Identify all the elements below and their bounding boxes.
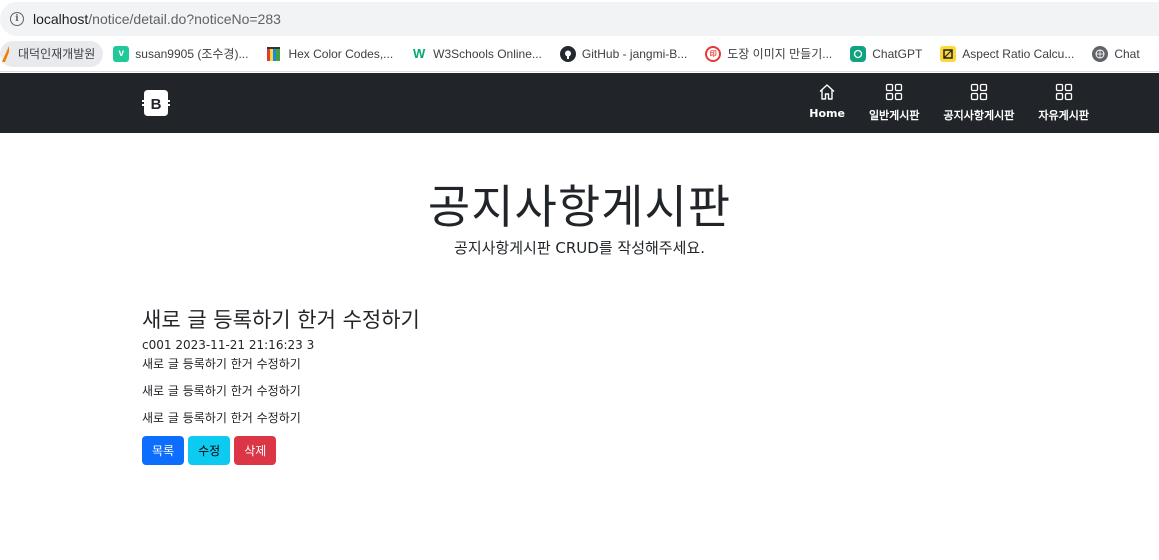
github-icon xyxy=(559,45,576,62)
v-icon: v xyxy=(113,45,130,62)
bookmark-label: susan9905 (조수경)... xyxy=(135,47,249,61)
grid-icon xyxy=(970,83,988,101)
nav-label: Home xyxy=(809,107,845,120)
bookmarks-bar: 대덕인재개발원 v susan9905 (조수경)... Hex Color C… xyxy=(0,36,1159,72)
nav-item-notice-board[interactable]: 공지사항게시판 xyxy=(932,83,1027,123)
bookmark-label: 대덕인재개발원 xyxy=(18,47,96,61)
nav-item-home[interactable]: Home xyxy=(797,83,857,123)
bookmark-1[interactable]: v susan9905 (조수경)... xyxy=(105,41,256,67)
content-paragraph: 새로 글 등록하기 한거 수정하기 xyxy=(142,411,301,425)
nav-item-free-board[interactable]: 자유게시판 xyxy=(1026,83,1101,123)
address-bar: i localhost/notice/detail.do?noticeNo=28… xyxy=(0,0,1159,36)
bootstrap-icon[interactable]: B xyxy=(142,90,170,116)
edit-button[interactable]: 수정 xyxy=(188,436,231,465)
bookmark-8[interactable]: Chat xyxy=(1084,41,1147,67)
bookmark-4[interactable]: GitHub - jangmi-B... xyxy=(552,41,695,67)
bookmark-5[interactable]: 印 도장 이미지 만들기... xyxy=(697,41,840,67)
bookmark-label: ChatGPT xyxy=(872,46,923,61)
bookmark-3[interactable]: W W3Schools Online... xyxy=(403,41,550,67)
page-subtitle: 공지사항게시판 CRUD를 작성해주세요. xyxy=(454,239,705,257)
svg-text:B: B xyxy=(151,96,162,113)
page-title: 공지사항게시판 xyxy=(427,180,732,234)
nav-label: 공지사항게시판 xyxy=(943,109,1015,122)
bookmark-label: Hex Color Codes,... xyxy=(288,46,394,61)
navbar: B Home 일반게시판 공지사항게시판 자유게시판 xyxy=(0,73,1159,133)
action-buttons: 목록 수정 삭제 xyxy=(142,436,1042,465)
grid-icon xyxy=(1055,83,1072,101)
bookmark-7[interactable]: Aspect Ratio Calcu... xyxy=(932,41,1082,67)
url-text[interactable]: localhost/notice/detail.do?noticeNo=283 xyxy=(33,11,281,27)
nav-item-general-board[interactable]: 일반게시판 xyxy=(857,83,932,123)
bookmark-label: Aspect Ratio Calcu... xyxy=(962,46,1075,61)
list-button[interactable]: 목록 xyxy=(142,436,185,465)
bookmark-6[interactable]: ChatGPT xyxy=(842,41,930,67)
delete-button[interactable]: 삭제 xyxy=(234,436,277,465)
site-info-icon[interactable]: i xyxy=(10,12,24,26)
content-paragraph: 새로 글 등록하기 한거 수정하기 xyxy=(142,384,301,398)
nav-menu: Home 일반게시판 공지사항게시판 자유게시판 xyxy=(797,83,1101,123)
palette-book-icon xyxy=(266,46,282,62)
notice-title: 새로 글 등록하기 한거 수정하기 xyxy=(142,308,420,332)
grid-icon xyxy=(886,83,903,101)
bookmark-2[interactable]: Hex Color Codes,... xyxy=(258,41,401,67)
url-host: localhost xyxy=(33,11,89,27)
content-paragraph: 새로 글 등록하기 한거 수정하기 xyxy=(142,357,301,371)
home-icon xyxy=(819,84,835,100)
url-path: /notice/detail.do?noticeNo=283 xyxy=(88,11,281,27)
globe-icon xyxy=(1092,45,1109,62)
bookmark-label: Chat xyxy=(1114,46,1140,61)
notice-detail: 새로 글 등록하기 한거 수정하기 c001 2023-11-21 21:16:… xyxy=(142,306,1042,465)
bookmark-label: W3Schools Online... xyxy=(433,46,542,61)
page-header: 공지사항게시판 공지사항게시판 CRUD를 작성해주세요. xyxy=(0,176,1159,258)
notice-meta: c001 2023-11-21 21:16:23 3 xyxy=(142,338,315,352)
nav-label: 자유게시판 xyxy=(1038,109,1089,122)
chatgpt-icon xyxy=(850,45,867,62)
aspect-icon xyxy=(940,45,957,62)
notice-content: 새로 글 등록하기 한거 수정하기 새로 글 등록하기 한거 수정하기 새로 글… xyxy=(142,355,1042,427)
stamp-icon: 印 xyxy=(705,45,722,62)
flame-icon xyxy=(0,45,10,62)
nav-label: 일반게시판 xyxy=(868,109,920,122)
url-field[interactable]: i localhost/notice/detail.do?noticeNo=28… xyxy=(0,2,1159,36)
bookmark-label: 도장 이미지 만들기... xyxy=(727,47,833,61)
bookmark-label: GitHub - jangmi-B... xyxy=(581,46,688,61)
w3-icon: W xyxy=(413,46,426,61)
bookmark-0[interactable]: 대덕인재개발원 xyxy=(0,40,104,67)
